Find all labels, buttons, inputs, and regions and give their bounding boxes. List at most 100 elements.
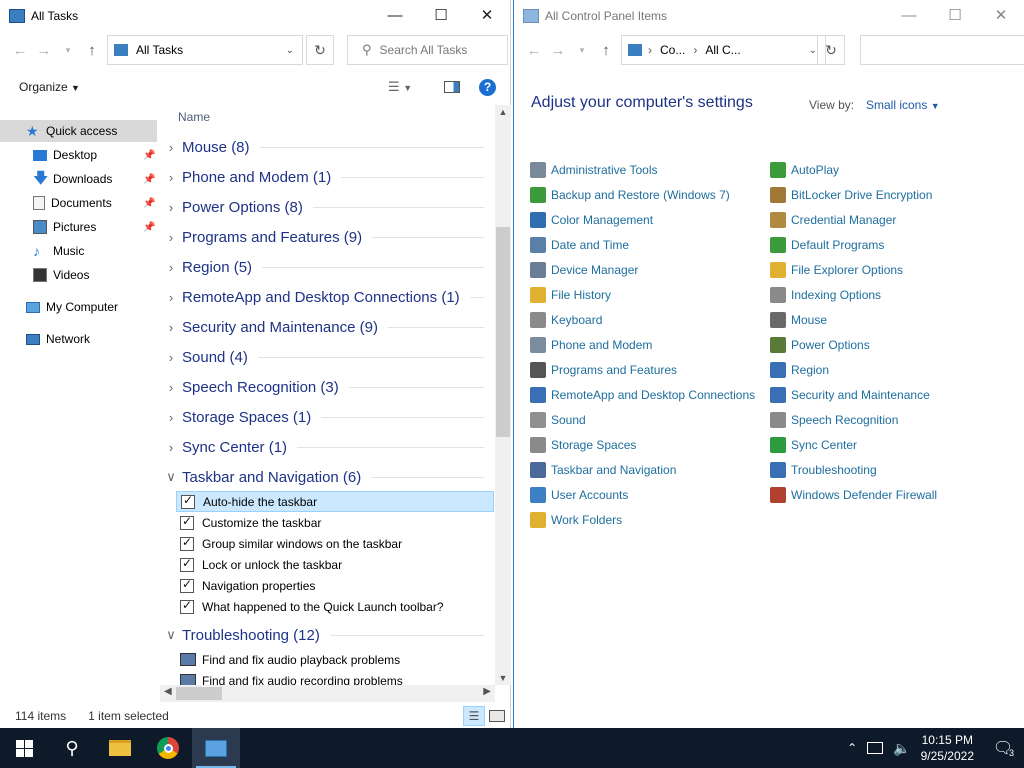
control-panel-item[interactable]: Indexing Options bbox=[770, 285, 881, 305]
control-panel-item[interactable]: Storage Spaces bbox=[530, 435, 636, 455]
nav-music[interactable]: ♪ Music bbox=[0, 240, 84, 262]
control-panel-item[interactable]: Troubleshooting bbox=[770, 460, 877, 480]
minimize-button[interactable]: — bbox=[886, 0, 932, 30]
control-panel-item[interactable]: Sound bbox=[530, 410, 586, 430]
task-item[interactable]: Navigation properties bbox=[176, 575, 494, 596]
control-panel-item[interactable]: File History bbox=[530, 285, 611, 305]
nav-my-computer[interactable]: My Computer bbox=[0, 296, 118, 318]
chevron-down-icon[interactable]: ▾ bbox=[56, 45, 80, 56]
network-icon[interactable] bbox=[867, 742, 884, 754]
nav-pictures[interactable]: Pictures 📌 bbox=[0, 216, 155, 238]
control-panel-item[interactable]: User Accounts bbox=[530, 485, 628, 505]
refresh-button[interactable]: ↻ bbox=[306, 35, 334, 65]
chevron-up-icon[interactable]: ⌃ bbox=[847, 741, 857, 755]
control-panel-item[interactable]: Windows Defender Firewall bbox=[770, 485, 937, 505]
task-group[interactable]: › Region (5) bbox=[160, 255, 490, 279]
control-panel-item[interactable]: Taskbar and Navigation bbox=[530, 460, 676, 480]
control-panel-item[interactable]: Work Folders bbox=[530, 510, 622, 530]
chevron-down-icon[interactable]: ∨ bbox=[160, 627, 182, 643]
clock[interactable]: 10:15 PM 9/25/2022 bbox=[921, 732, 974, 764]
up-arrow-icon[interactable]: ↑ bbox=[80, 42, 104, 59]
control-panel-item[interactable]: AutoPlay bbox=[770, 160, 839, 180]
chevron-down-icon[interactable]: ▾ bbox=[570, 45, 594, 56]
chevron-right-icon[interactable]: › bbox=[160, 290, 182, 305]
task-group[interactable]: › Phone and Modem (1) bbox=[160, 165, 490, 189]
maximize-button[interactable]: ☐ bbox=[932, 0, 978, 30]
search-input[interactable] bbox=[860, 35, 1024, 65]
horizontal-scrollbar[interactable]: ◀ ▶ bbox=[160, 685, 495, 702]
chevron-down-icon[interactable]: ⌄ bbox=[286, 45, 294, 56]
help-icon[interactable]: ? bbox=[479, 78, 496, 96]
maximize-button[interactable]: ☐ bbox=[418, 0, 464, 30]
pin-icon[interactable]: 📌 bbox=[143, 198, 155, 209]
control-panel-item[interactable]: Speech Recognition bbox=[770, 410, 898, 430]
control-panel-item[interactable]: Region bbox=[770, 360, 829, 380]
control-panel-item[interactable]: Device Manager bbox=[530, 260, 638, 280]
scroll-thumb[interactable] bbox=[176, 687, 222, 700]
chevron-right-icon[interactable]: › bbox=[160, 350, 182, 365]
control-panel-item[interactable]: Sync Center bbox=[770, 435, 857, 455]
volume-icon[interactable]: 🔈 bbox=[893, 740, 910, 757]
task-item[interactable]: Find and fix audio playback problems bbox=[176, 649, 494, 670]
back-arrow-icon[interactable]: ← bbox=[8, 42, 32, 59]
control-panel-item[interactable]: Security and Maintenance bbox=[770, 385, 930, 405]
search-input[interactable]: ⚲ Search All Tasks bbox=[347, 35, 508, 65]
task-group[interactable]: › Sound (4) bbox=[160, 345, 490, 369]
task-group[interactable]: ∨ Taskbar and Navigation (6) bbox=[160, 465, 490, 489]
task-group[interactable]: › Storage Spaces (1) bbox=[160, 405, 490, 429]
control-panel-item[interactable]: Credential Manager bbox=[770, 210, 896, 230]
task-item[interactable]: Lock or unlock the taskbar bbox=[176, 554, 494, 575]
task-item[interactable]: Customize the taskbar bbox=[176, 512, 494, 533]
control-panel-item[interactable]: Color Management bbox=[530, 210, 653, 230]
scroll-up-icon[interactable]: ▲ bbox=[495, 107, 511, 117]
preview-pane-icon[interactable] bbox=[444, 81, 460, 93]
task-group[interactable]: › Speech Recognition (3) bbox=[160, 375, 490, 399]
view-by-dropdown[interactable]: Small icons ▼ bbox=[866, 98, 940, 112]
chevron-down-icon[interactable]: ∨ bbox=[160, 469, 182, 485]
notification-icon[interactable]: 🗨 3 bbox=[982, 738, 1024, 758]
close-button[interactable]: ✕ bbox=[978, 0, 1024, 30]
control-panel-item[interactable]: BitLocker Drive Encryption bbox=[770, 185, 932, 205]
close-button[interactable]: ✕ bbox=[464, 0, 510, 30]
task-group[interactable]: ∨ Troubleshooting (12) bbox=[160, 623, 490, 647]
task-group[interactable]: › Power Options (8) bbox=[160, 195, 490, 219]
control-panel-item[interactable]: RemoteApp and Desktop Connections bbox=[530, 385, 755, 405]
control-panel-taskbar-button[interactable] bbox=[192, 728, 240, 768]
chevron-down-icon[interactable]: ⌄ bbox=[809, 45, 817, 56]
title-bar[interactable]: All Control Panel Items — ☐ ✕ bbox=[514, 0, 1024, 31]
scroll-thumb[interactable] bbox=[496, 227, 510, 437]
task-item[interactable]: Group similar windows on the taskbar bbox=[176, 533, 494, 554]
address-field[interactable]: All Tasks ⌄ bbox=[107, 35, 303, 65]
chevron-right-icon[interactable]: › bbox=[160, 410, 182, 425]
task-group[interactable]: › Programs and Features (9) bbox=[160, 225, 490, 249]
control-panel-item[interactable]: Default Programs bbox=[770, 235, 884, 255]
file-explorer-button[interactable] bbox=[96, 728, 144, 768]
task-group[interactable]: › Sync Center (1) bbox=[160, 435, 490, 459]
task-item[interactable]: Auto-hide the taskbar bbox=[176, 491, 494, 512]
search-button[interactable]: ⚲ bbox=[48, 728, 96, 768]
address-field[interactable]: › Co... › All C... ⌄ bbox=[621, 35, 826, 65]
view-options-icon[interactable]: ☰ ▼ bbox=[388, 79, 412, 95]
breadcrumb-item[interactable]: Co... bbox=[660, 43, 685, 57]
organize-menu[interactable]: Organize ▼ bbox=[19, 80, 80, 94]
pin-icon[interactable]: 📌 bbox=[143, 174, 155, 185]
breadcrumb-item[interactable]: All C... bbox=[705, 43, 740, 57]
back-arrow-icon[interactable]: ← bbox=[522, 42, 546, 59]
control-panel-item[interactable]: Administrative Tools bbox=[530, 160, 658, 180]
pin-icon[interactable]: 📌 bbox=[143, 150, 155, 161]
refresh-button[interactable]: ↻ bbox=[817, 35, 845, 65]
chevron-right-icon[interactable]: › bbox=[160, 440, 182, 455]
minimize-button[interactable]: — bbox=[372, 0, 418, 30]
nav-quick-access[interactable]: ★ Quick access bbox=[0, 120, 157, 142]
task-item[interactable]: Find and fix audio recording problems bbox=[176, 670, 494, 685]
control-panel-item[interactable]: Mouse bbox=[770, 310, 827, 330]
chevron-right-icon[interactable]: › bbox=[160, 380, 182, 395]
start-button[interactable] bbox=[0, 728, 48, 768]
chevron-right-icon[interactable]: › bbox=[160, 260, 182, 275]
forward-arrow-icon[interactable]: → bbox=[546, 42, 570, 59]
chevron-right-icon[interactable]: › bbox=[160, 320, 182, 335]
control-panel-item[interactable]: File Explorer Options bbox=[770, 260, 903, 280]
nav-desktop[interactable]: Desktop 📌 bbox=[0, 144, 155, 166]
chevron-right-icon[interactable]: › bbox=[160, 140, 182, 155]
control-panel-item[interactable]: Date and Time bbox=[530, 235, 629, 255]
